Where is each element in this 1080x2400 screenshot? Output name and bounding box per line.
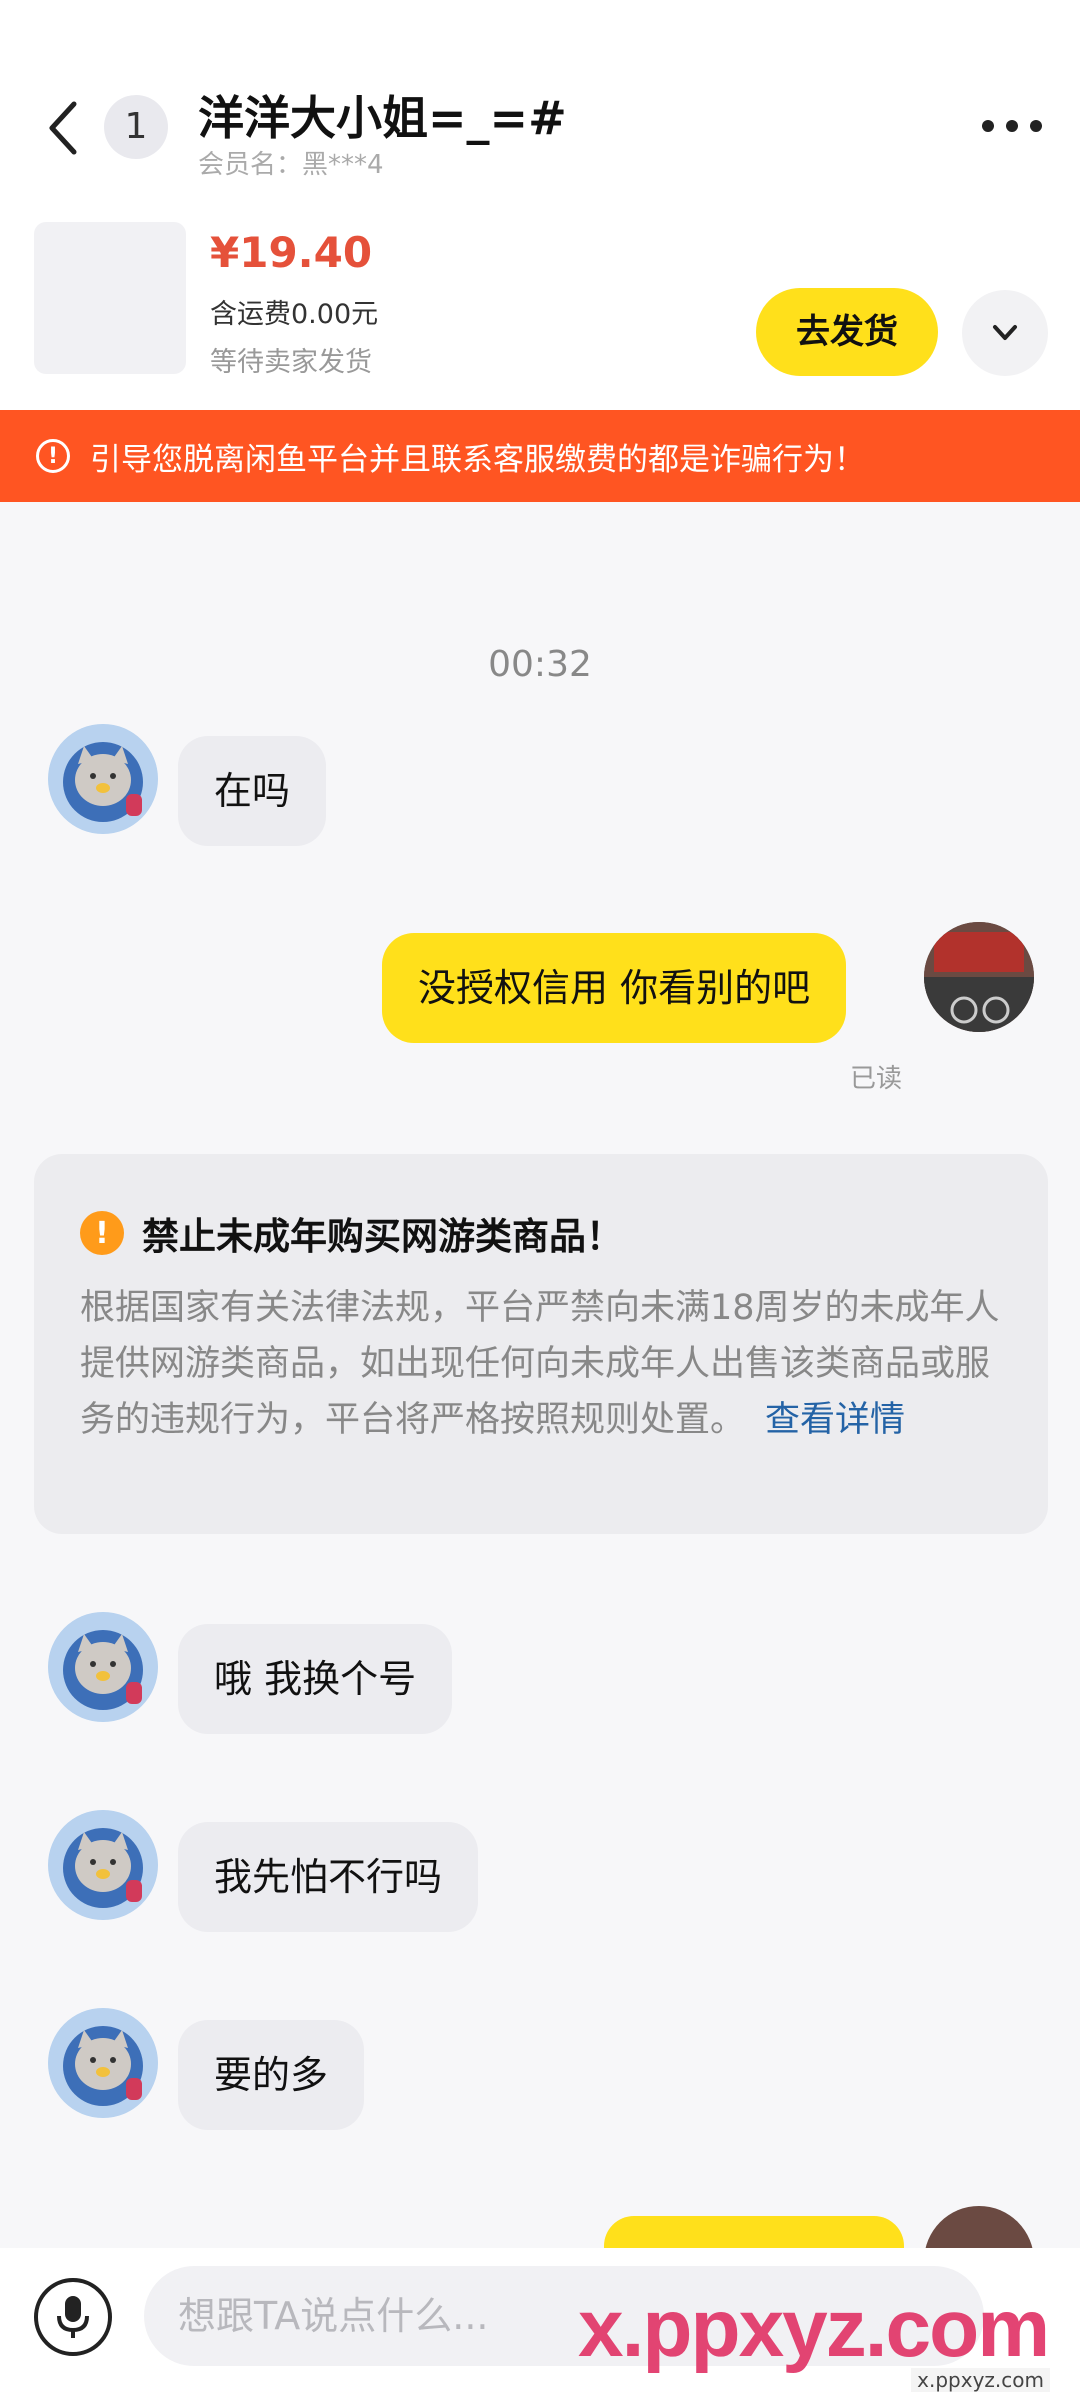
product-thumbnail[interactable] (34, 222, 186, 374)
ship-button[interactable]: 去发货 (756, 288, 938, 376)
chat-screen: 1 洋洋大小姐=_=# 会员名：黑***4 ¥19.40 含运费0.00元 等待… (0, 0, 1080, 2400)
read-receipt: 已读 (849, 1064, 902, 1094)
incoming-message[interactable]: 在吗 (178, 736, 327, 846)
unread-count-badge[interactable]: 1 (104, 95, 168, 159)
shipping-fee: 含运费0.00元 (210, 299, 379, 330)
order-status: 等待卖家发货 (210, 347, 372, 378)
expand-chevron-down-icon[interactable] (962, 290, 1048, 376)
member-name: 会员名：黑***4 (198, 150, 384, 180)
fraud-warning-banner: ! 引导您脱离闲鱼平台并且联系客服缴费的都是诈骗行为！ (0, 410, 1080, 502)
warning-exclamation-icon: ! (80, 1211, 124, 1255)
notice-title: 禁止未成年购买网游类商品！ (142, 1215, 623, 1258)
contact-avatar[interactable] (48, 1612, 158, 1722)
notice-body: 根据国家有关法律法规，平台严禁向未满18周岁的未成年人提供网游类商品，如出现任何… (80, 1280, 1004, 1448)
back-arrow-icon[interactable] (44, 98, 84, 158)
incoming-message[interactable]: 要的多 (178, 2020, 365, 2130)
message-timestamp: 00:32 (488, 644, 592, 685)
my-avatar[interactable] (924, 922, 1034, 1032)
fraud-warning-text: 引导您脱离闲鱼平台并且联系客服缴费的都是诈骗行为！ (90, 441, 865, 478)
watermark-url: x.ppxyz.com (911, 2368, 1050, 2392)
contact-avatar[interactable] (48, 2008, 158, 2118)
contact-name: 洋洋大小姐=_=# (198, 91, 567, 145)
order-summary-card[interactable]: ¥19.40 含运费0.00元 等待卖家发货 去发货 (0, 200, 1080, 410)
contact-avatar[interactable] (48, 1810, 158, 1920)
incoming-message[interactable]: 我先怕不行吗 (178, 1822, 479, 1932)
alert-circle-icon: ! (36, 439, 70, 473)
microphone-icon[interactable] (34, 2278, 112, 2356)
outgoing-message[interactable]: 没授权信用 你看别的吧 (382, 933, 847, 1043)
chat-header: 1 洋洋大小姐=_=# 会员名：黑***4 (0, 0, 1080, 200)
watermark-logo: x.ppxyz.com (578, 2283, 1050, 2374)
incoming-message[interactable]: 哦 我换个号 (178, 1624, 453, 1734)
more-options-icon[interactable] (982, 106, 1042, 146)
view-details-link[interactable]: 查看详情 (765, 1400, 905, 1440)
contact-avatar[interactable] (48, 724, 158, 834)
minor-purchase-notice: ! 禁止未成年购买网游类商品！ 根据国家有关法律法规，平台严禁向未满18周岁的未… (34, 1154, 1048, 1534)
order-price: ¥19.40 (210, 228, 373, 277)
